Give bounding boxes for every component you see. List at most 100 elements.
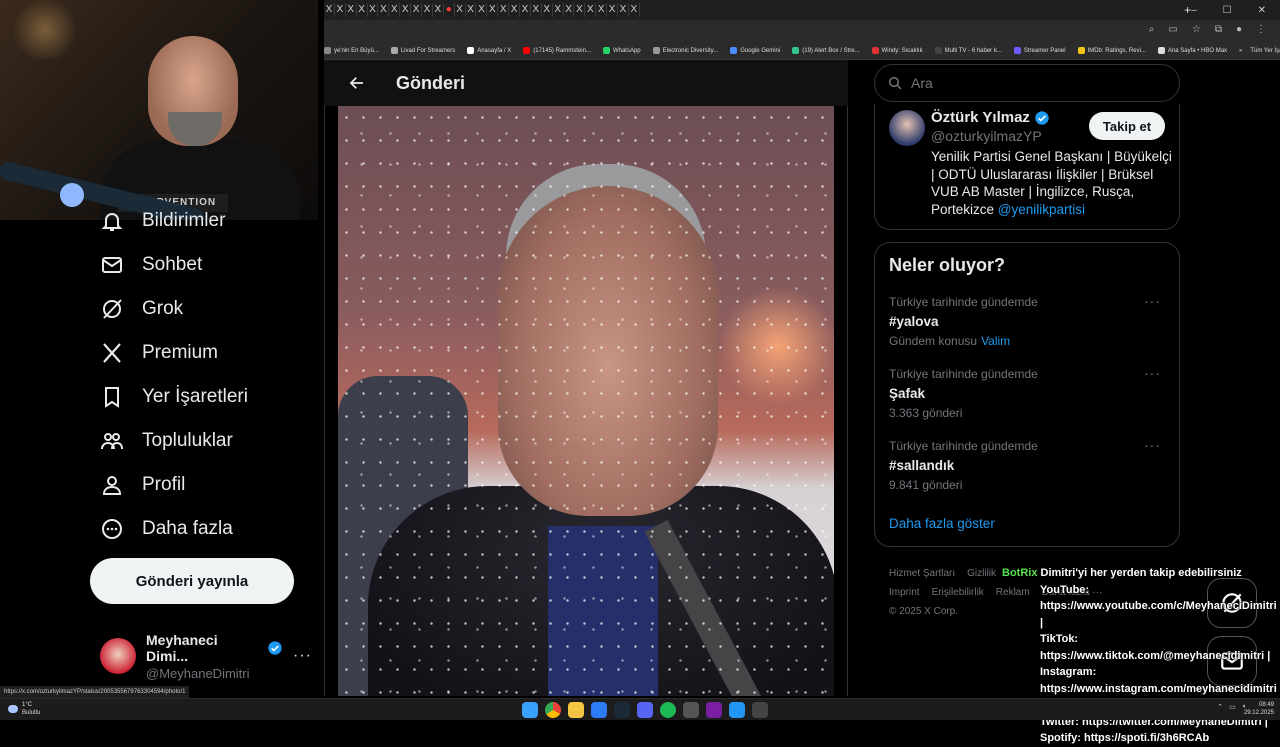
bookmark-item[interactable]: (19) Alert Box / Stre... <box>792 47 860 54</box>
cast-icon[interactable]: ▭ <box>1168 24 1177 35</box>
more-icon[interactable]: ··· <box>293 647 312 665</box>
sidebar-item-daha-fazla[interactable]: Daha fazla <box>100 513 233 545</box>
browser-tab[interactable]: X <box>476 3 488 17</box>
bookmark-item[interactable]: Electronic Diversity... <box>652 47 718 54</box>
more-icon[interactable]: ··· <box>1144 293 1161 309</box>
browser-tab[interactable]: X <box>324 3 335 17</box>
close-button[interactable]: ✕ <box>1258 5 1266 16</box>
browser-tab[interactable]: X <box>466 3 477 17</box>
avatar[interactable] <box>889 110 925 146</box>
bookmark-item[interactable]: WhatsApp <box>602 47 641 54</box>
follow-button[interactable]: Takip et <box>1089 112 1165 140</box>
browser-tab[interactable]: X <box>389 3 401 17</box>
browser-tab[interactable]: X <box>357 3 368 17</box>
trend-item[interactable]: Türkiye tarihinde gündemde Şafak 3.363 g… <box>889 365 1169 420</box>
bookmark-item[interactable]: (17145) Rammstein... <box>523 47 591 54</box>
bookmark-item[interactable]: Livad For Streamers <box>390 47 455 54</box>
app-icon[interactable] <box>706 702 722 718</box>
bookmark-item[interactable]: Ana Sayfa • HBO Max <box>1157 47 1227 54</box>
profile-icon[interactable]: ● <box>1236 24 1242 35</box>
more-bookmarks-icon[interactable]: » <box>1239 48 1242 54</box>
extensions-icon[interactable]: ⧉ <box>1215 24 1222 35</box>
profile-bio-link[interactable]: @yenilikpartisi <box>998 202 1085 217</box>
browser-tab[interactable]: X <box>498 3 510 17</box>
app-icon[interactable] <box>683 702 699 718</box>
browser-tab[interactable]: X <box>564 3 575 17</box>
profile-name[interactable]: Öztürk Yılmaz <box>931 109 1030 126</box>
browser-tab[interactable]: X <box>509 3 521 17</box>
browser-tab[interactable]: ● <box>444 3 455 17</box>
app-icon[interactable] <box>591 702 607 718</box>
trend-item[interactable]: Türkiye tarihinde gündemde #yalova Günde… <box>889 293 1169 348</box>
clock[interactable]: 08:49 29.12.2025 <box>1244 701 1274 717</box>
trend-item[interactable]: Türkiye tarihinde gündemde #sallandık 9.… <box>889 437 1169 492</box>
browser-tab[interactable]: X <box>585 3 597 17</box>
browser-tab[interactable]: X <box>607 3 619 17</box>
more-icon[interactable]: ··· <box>1144 437 1161 453</box>
app-icon[interactable] <box>729 702 745 718</box>
browser-tab[interactable]: X <box>618 3 629 17</box>
post-button[interactable]: Gönderi yayınla <box>90 558 294 604</box>
steam-icon[interactable] <box>614 702 630 718</box>
browser-tab[interactable]: X <box>629 3 640 17</box>
browser-tab[interactable]: X <box>574 3 586 17</box>
sidebar-item-topluluklar[interactable]: Topluluklar <box>100 425 233 457</box>
browser-tab[interactable]: X <box>346 3 357 17</box>
bookmark-item[interactable]: Anasayfa / X <box>467 47 511 54</box>
sidebar-item-yer-i-aretleri[interactable]: Yer İşaretleri <box>100 381 248 413</box>
browser-tab[interactable]: X <box>542 3 553 17</box>
folder-icon[interactable] <box>568 702 584 718</box>
browser-tab[interactable]: X <box>433 3 444 17</box>
show-more-link[interactable]: Daha fazla göster <box>889 516 995 531</box>
all-bookmarks[interactable]: Tüm Yer İşaretleri <box>1250 48 1280 54</box>
footer-link[interactable]: Gizlilik <box>967 568 996 579</box>
browser-tab[interactable]: X <box>455 3 466 17</box>
browser-tab[interactable]: X <box>335 3 346 17</box>
sidebar-item-premium[interactable]: Premium <box>100 337 218 369</box>
browser-tab[interactable]: X <box>422 3 433 17</box>
bookmark-item[interactable]: Windy: Sıcaklık <box>871 47 923 54</box>
maximize-button[interactable]: ☐ <box>1223 5 1232 16</box>
bookmark-item[interactable]: IMDb: Ratings, Revi... <box>1077 47 1146 54</box>
back-button[interactable] <box>334 74 380 92</box>
browser-tab[interactable]: X <box>411 3 423 17</box>
search-box[interactable] <box>874 64 1180 102</box>
bookmark-item[interactable]: Multi TV - 6 haber k... <box>934 47 1002 54</box>
chrome-icon[interactable] <box>545 702 561 718</box>
sidebar-item-grok[interactable]: Grok <box>100 293 183 325</box>
chevron-up-icon[interactable]: ⌃ <box>1217 703 1223 711</box>
discord-icon[interactable] <box>637 702 653 718</box>
footer-link[interactable]: Imprint <box>889 587 920 598</box>
browser-tab[interactable]: X <box>400 3 412 17</box>
browser-tab[interactable]: X <box>531 3 542 17</box>
footer-link[interactable]: Hizmet Şartları <box>889 568 955 579</box>
minimize-button[interactable]: – <box>1191 5 1197 16</box>
new-tab-button[interactable]: + <box>1184 3 1191 17</box>
post-photo[interactable] <box>338 106 834 696</box>
display-icon[interactable]: ▭ <box>1229 703 1236 711</box>
weather-widget[interactable]: 1°C Bulutlu <box>8 701 40 717</box>
browser-tab[interactable]: X <box>368 3 379 17</box>
app-icon[interactable] <box>752 702 768 718</box>
zoom-icon[interactable]: ⌕ <box>1149 24 1155 35</box>
search-input[interactable] <box>911 75 1151 91</box>
browser-tab[interactable]: X <box>378 3 390 17</box>
sidebar-item-bildirimler[interactable]: Bildirimler <box>100 205 225 237</box>
bookmark-item[interactable]: ye'nin En Büyü... <box>324 47 379 54</box>
account-switcher[interactable]: Meyhaneci Dimi... @MeyhaneDimitri ··· <box>100 632 312 681</box>
windows-start-icon[interactable] <box>522 702 538 718</box>
sidebar-item-profil[interactable]: Profil <box>100 469 185 501</box>
footer-link[interactable]: Erişilebilirlik <box>932 587 984 598</box>
menu-icon[interactable]: ⋮ <box>1256 24 1266 35</box>
browser-tab[interactable]: X <box>553 3 564 17</box>
browser-tab[interactable]: X <box>596 3 608 17</box>
spotify-icon[interactable] <box>660 702 676 718</box>
browser-tab[interactable]: X <box>487 3 499 17</box>
browser-tab[interactable]: X <box>520 3 531 17</box>
bookmark-item[interactable]: Streamer Panel <box>1013 47 1066 54</box>
more-icon[interactable]: ··· <box>1144 365 1161 381</box>
trend-meta-link[interactable]: Valim <box>981 334 1010 348</box>
star-icon[interactable]: ☆ <box>1192 24 1201 35</box>
bookmark-item[interactable]: Google Gemini <box>730 47 780 54</box>
sidebar-item-sohbet[interactable]: Sohbet <box>100 249 202 281</box>
